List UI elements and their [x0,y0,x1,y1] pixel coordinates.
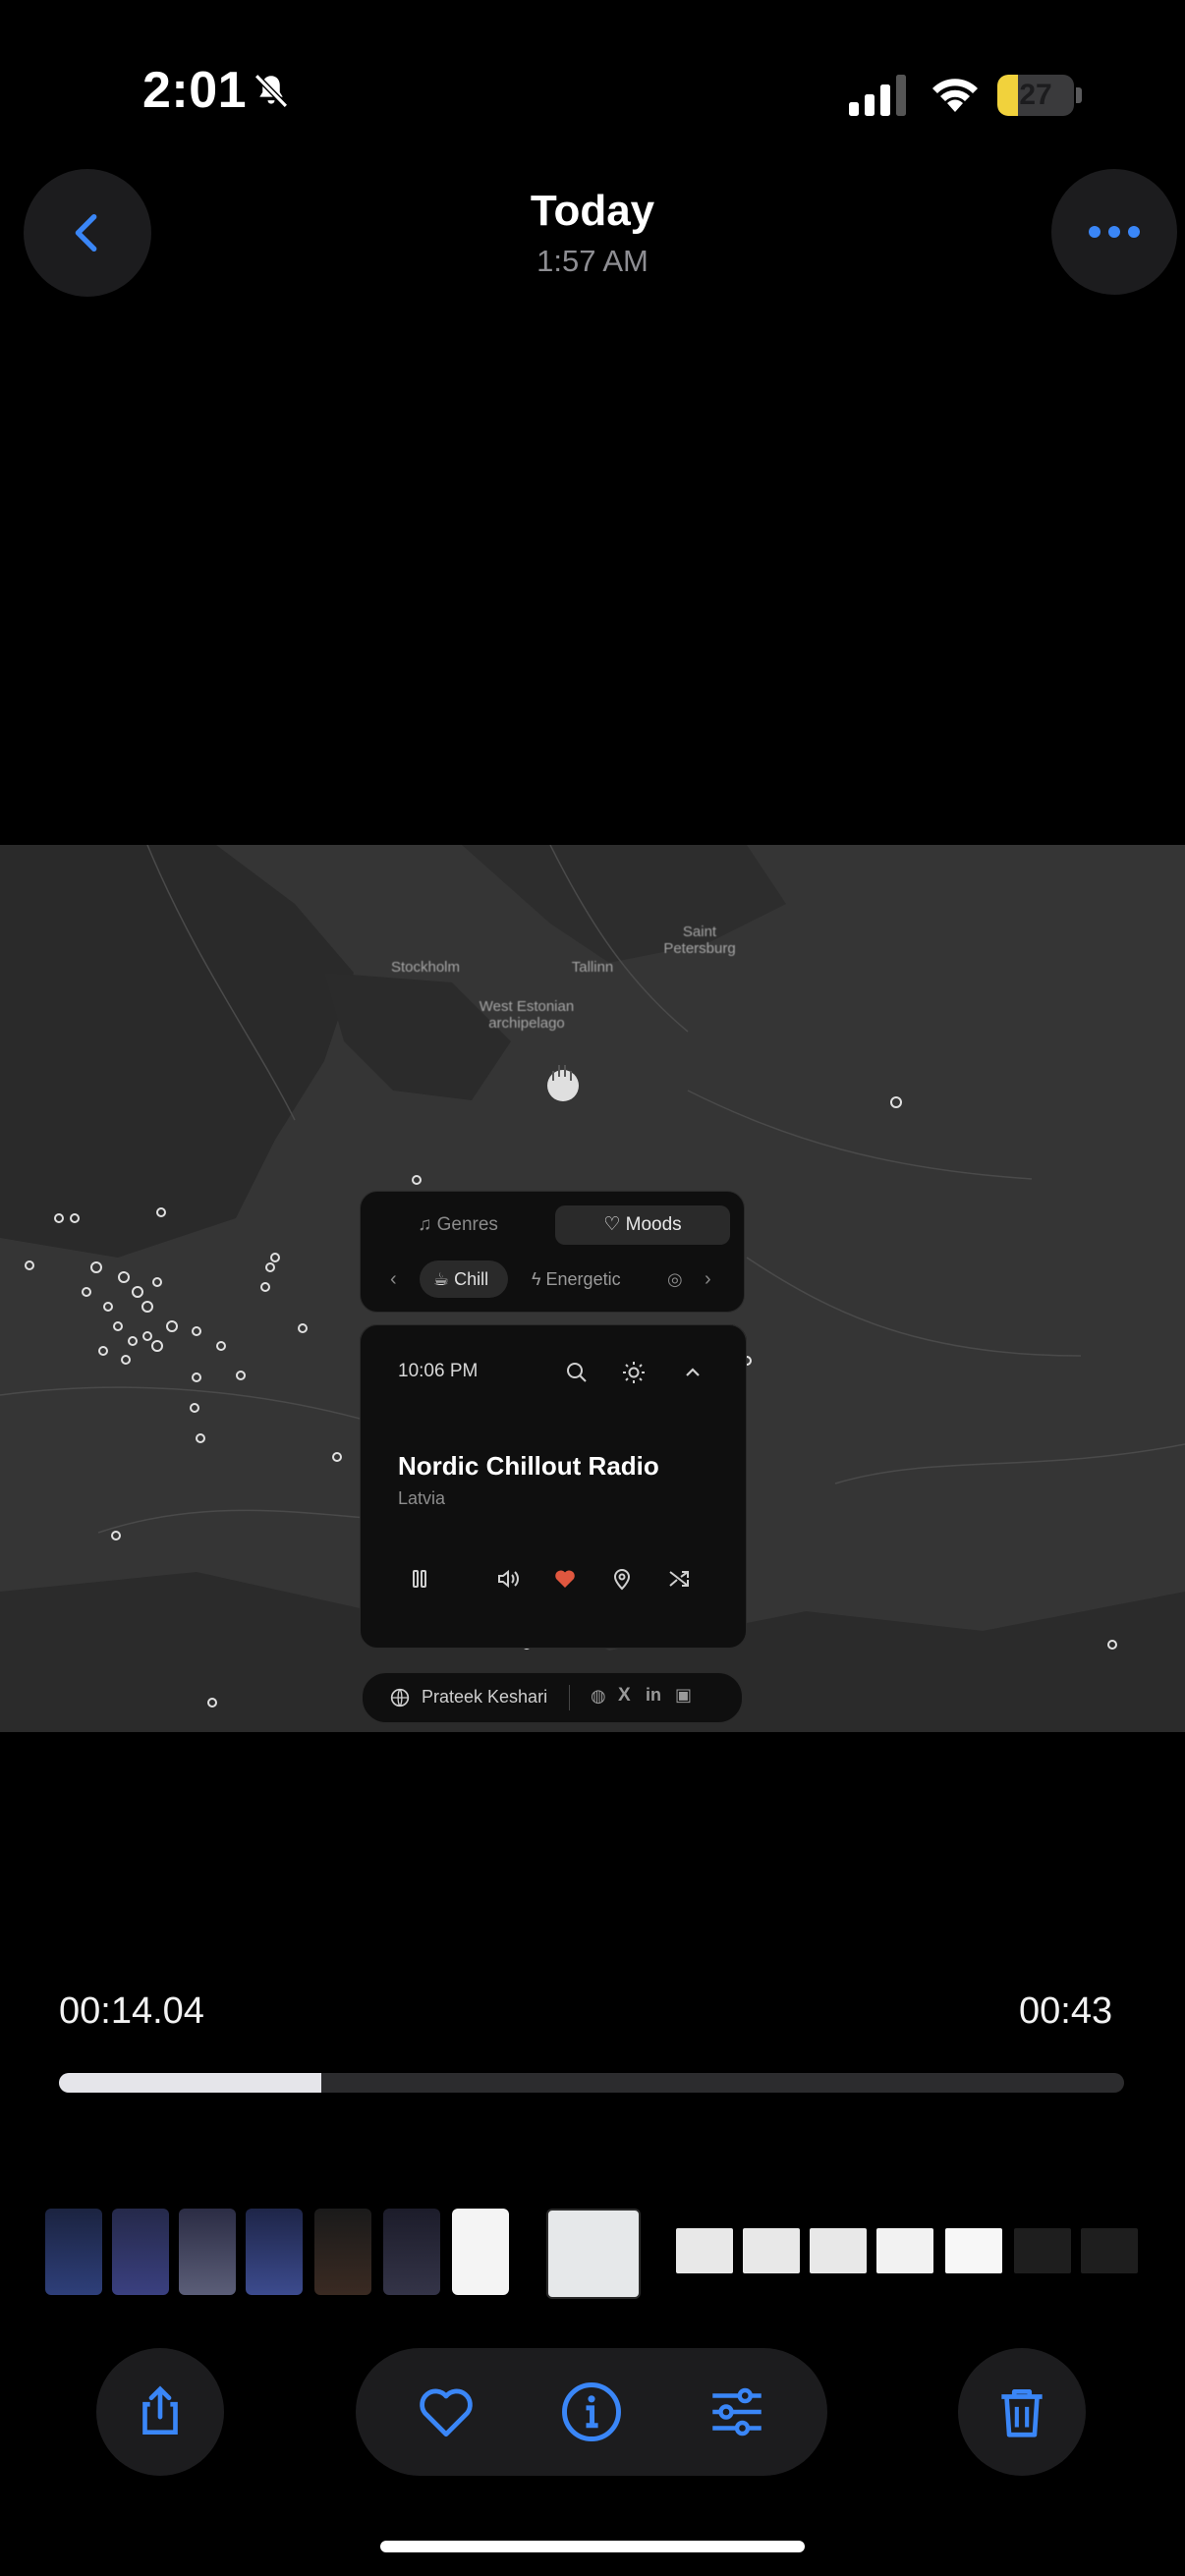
thumbnail[interactable] [112,2209,169,2295]
x-icon[interactable]: X [618,1685,631,1707]
favorite-heart-icon[interactable] [553,1567,577,1591]
sun-icon[interactable] [622,1361,646,1384]
credit-name[interactable]: Prateek Keshari [422,1687,547,1708]
github-icon[interactable]: ◍ [591,1686,606,1707]
favorite-button[interactable] [407,2373,485,2451]
bolt-icon: ϟ [532,1269,546,1289]
linkedin-icon[interactable]: in [646,1685,661,1706]
info-icon [562,2382,621,2441]
target-icon[interactable]: ◎ [667,1260,683,1298]
location-pin-icon[interactable] [610,1567,634,1591]
status-time: 2:01 [142,62,248,119]
sliders-icon [712,2387,762,2436]
thumbnail-current[interactable] [546,2209,641,2299]
page-subtitle: 1:57 AM [536,244,649,278]
thumbnail[interactable] [810,2228,867,2273]
trash-icon [1001,2389,1043,2437]
playback-progress [59,2073,321,2093]
heart-outline-icon: ♡ [603,1214,626,1235]
thumbnail[interactable] [876,2228,933,2273]
action-group [356,2348,827,2476]
chip-energetic[interactable]: ϟ Energetic [524,1260,638,1298]
wifi-icon [932,79,978,112]
filter-panel: ♫ Genres ♡ Moods ‹ ☕ Chill ϟ Energetic ◎… [360,1191,745,1313]
tab-moods-label: Moods [625,1214,682,1235]
thumbnail-strip[interactable] [0,2207,1185,2301]
elapsed-time: 00:14.04 [59,1990,204,2032]
chevron-up-icon[interactable] [681,1361,705,1384]
pause-icon[interactable] [408,1567,431,1591]
cup-icon: ☕ [433,1269,455,1289]
thumbnail[interactable] [246,2209,303,2295]
thumbnail[interactable] [314,2209,371,2295]
thumbnail[interactable] [452,2209,509,2295]
info-button[interactable] [552,2373,631,2451]
thumbnail[interactable] [743,2228,800,2273]
total-duration: 00:43 [1019,1990,1113,2032]
tab-genres-label: Genres [436,1214,498,1235]
page-title: Today [530,187,655,235]
player-time: 10:06 PM [398,1361,479,1381]
map-label: Tallinn [571,959,614,976]
search-icon[interactable] [565,1361,589,1384]
tab-genres[interactable]: ♫ Genres [374,1205,541,1245]
mail-icon[interactable]: ▣ [675,1685,692,1706]
globe-icon [390,1688,410,1708]
share-icon [142,2385,178,2435]
thumbnail[interactable] [945,2228,1002,2273]
map-label: Stockholm [390,959,461,976]
chip-energetic-label: Energetic [545,1269,621,1289]
music-note-icon: ♫ [418,1214,437,1235]
battery-level: 27 [1019,79,1052,111]
delete-button[interactable] [958,2348,1086,2476]
player-card-overlay: 10:06 PM Nordic Chillout Radio Latvia [360,1324,747,1649]
share-button[interactable] [96,2348,224,2476]
thumbnail[interactable] [45,2209,102,2295]
map-label: West Estonian archipelago [479,998,575,1032]
chip-chill-label: Chill [454,1269,489,1289]
playback-scrubber[interactable] [59,2073,1124,2093]
credit-bar: Prateek Keshari ◍ X in ▣ [362,1672,743,1723]
thumbnail[interactable] [1081,2228,1138,2273]
chevron-right-icon[interactable]: › [705,1260,711,1298]
more-button[interactable] [1051,169,1177,295]
tab-moods[interactable]: ♡ Moods [555,1205,730,1245]
chip-chill[interactable]: ☕ Chill [420,1260,508,1298]
thumbnail[interactable] [179,2209,236,2295]
thumbnail[interactable] [1014,2228,1071,2273]
heart-icon [420,2388,473,2437]
ellipsis-icon [1089,226,1140,238]
bell-slash-icon [254,74,289,108]
adjust-button[interactable] [698,2373,776,2451]
station-country: Latvia [398,1488,446,1508]
volume-icon[interactable] [496,1567,520,1591]
battery-icon: 27 [997,75,1082,116]
cellular-signal-icon [849,75,906,116]
shuffle-icon[interactable] [667,1567,691,1591]
thumbnail[interactable] [383,2209,440,2295]
thumbnail[interactable] [676,2228,733,2273]
home-indicator [380,2541,805,2552]
chevron-left-icon[interactable]: ‹ [390,1260,397,1298]
map-label: Saint Petersburg [663,924,736,957]
station-name: Nordic Chillout Radio [398,1451,659,1481]
